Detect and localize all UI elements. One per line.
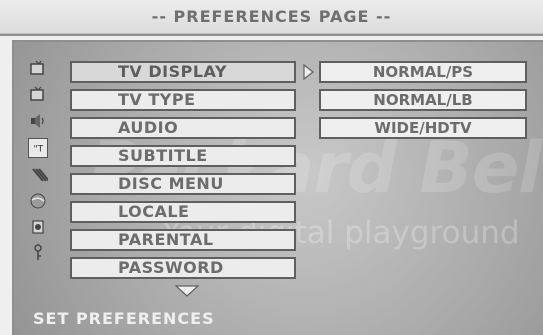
menu-item-disc-menu[interactable]: DISC MENU [70,173,296,195]
menu-item-audio[interactable]: AUDIO [70,117,296,139]
preferences-menu: TV DISPLAY TV TYPE AUDIO SUBTITLE DISC M… [70,61,296,285]
scroll-down-icon[interactable] [174,284,200,298]
submenu-item-normal-ps[interactable]: NORMAL/PS [319,61,527,83]
tv-type-icon[interactable] [28,86,48,104]
category-icons: "T [26,60,50,270]
locale-icon[interactable] [28,192,48,210]
page-title: -- PREFERENCES PAGE -- [151,7,392,26]
menu-item-tv-display[interactable]: TV DISPLAY [70,61,296,83]
password-icon[interactable] [28,244,48,262]
parental-icon[interactable] [28,218,48,236]
menu-item-subtitle[interactable]: SUBTITLE [70,145,296,167]
preferences-screen: Packard Bell. Your digital playground "T [12,40,543,335]
header-bar: -- PREFERENCES PAGE -- [0,0,543,36]
svg-text:"T: "T [34,145,44,155]
tv-display-submenu: NORMAL/PS NORMAL/LB WIDE/HDTV [319,61,527,145]
tv-display-icon[interactable] [28,60,48,78]
submenu-item-normal-lb[interactable]: NORMAL/LB [319,89,527,111]
subtitle-icon[interactable]: "T [28,138,48,158]
menu-item-parental[interactable]: PARENTAL [70,229,296,251]
preferences-frame: -- PREFERENCES PAGE -- Packard Bell. You… [0,0,543,335]
menu-item-tv-type[interactable]: TV TYPE [70,89,296,111]
audio-icon[interactable] [28,112,48,130]
submenu-arrow-icon [303,63,314,81]
menu-item-password[interactable]: PASSWORD [70,257,296,279]
submenu-item-wide-hdtv[interactable]: WIDE/HDTV [319,117,527,139]
disc-menu-icon[interactable] [28,166,48,184]
status-text: SET PREFERENCES [33,309,215,328]
menu-item-locale[interactable]: LOCALE [70,201,296,223]
